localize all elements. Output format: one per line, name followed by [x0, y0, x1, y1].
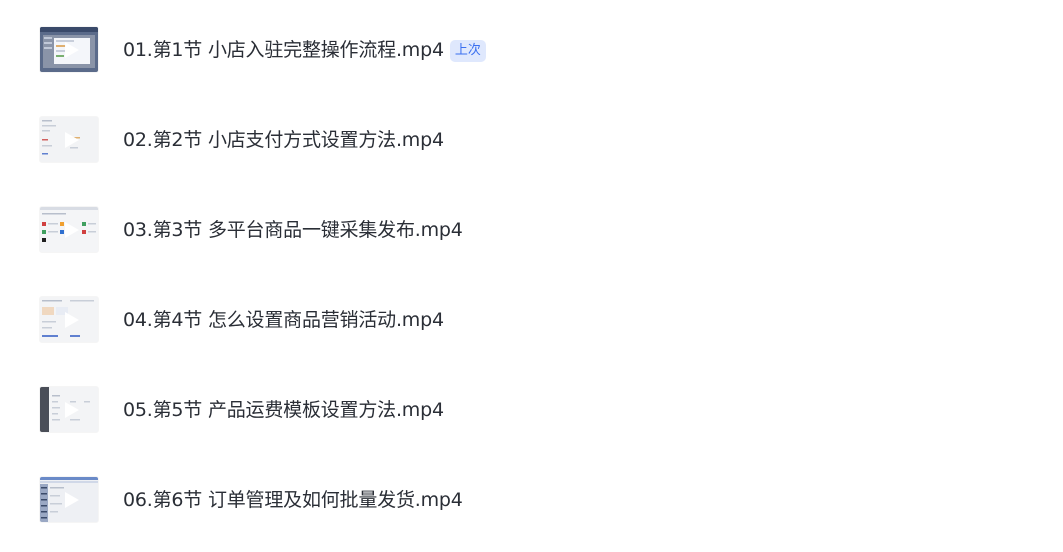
file-name-text: 03.第3节 多平台商品一键采集发布.mp4 [123, 219, 463, 241]
play-icon [65, 492, 79, 508]
video-file-list: 01.第1节 小店入驻完整操作流程.mp4 上次 02.第2节 小店支付方式设置方… [0, 0, 1063, 552]
file-name-text: 06.第6节 订单管理及如何批量发货.mp4 [123, 489, 463, 511]
file-name[interactable]: 06.第6节 订单管理及如何批量发货.mp4 [123, 489, 463, 511]
video-thumbnail[interactable] [40, 297, 98, 342]
video-thumbnail[interactable] [40, 207, 98, 252]
file-row[interactable]: 02.第2节 小店支付方式设置方法.mp4 [0, 110, 1063, 170]
file-row[interactable]: 03.第3节 多平台商品一键采集发布.mp4 [0, 200, 1063, 260]
video-thumbnail[interactable] [40, 477, 98, 522]
play-icon [65, 132, 79, 148]
play-icon [65, 312, 79, 328]
file-row[interactable]: 04.第4节 怎么设置商品营销活动.mp4 [0, 290, 1063, 350]
video-thumbnail[interactable] [40, 117, 98, 162]
file-name[interactable]: 05.第5节 产品运费模板设置方法.mp4 [123, 399, 444, 421]
file-row[interactable]: 06.第6节 订单管理及如何批量发货.mp4 [0, 470, 1063, 530]
file-row[interactable]: 01.第1节 小店入驻完整操作流程.mp4 上次 [0, 20, 1063, 80]
play-icon [65, 42, 79, 58]
video-thumbnail[interactable] [40, 387, 98, 432]
play-icon [65, 402, 79, 418]
file-name-text: 01.第1节 小店入驻完整操作流程.mp4 [123, 39, 444, 61]
last-viewed-badge: 上次 [449, 40, 486, 62]
file-name-text: 02.第2节 小店支付方式设置方法.mp4 [123, 129, 444, 151]
file-row[interactable]: 05.第5节 产品运费模板设置方法.mp4 [0, 380, 1063, 440]
file-name-text: 05.第5节 产品运费模板设置方法.mp4 [123, 399, 444, 421]
file-name-text: 04.第4节 怎么设置商品营销活动.mp4 [123, 309, 444, 331]
play-icon [65, 222, 79, 238]
file-name[interactable]: 04.第4节 怎么设置商品营销活动.mp4 [123, 309, 444, 331]
file-name[interactable]: 02.第2节 小店支付方式设置方法.mp4 [123, 129, 444, 151]
video-thumbnail[interactable] [40, 27, 98, 72]
file-name[interactable]: 03.第3节 多平台商品一键采集发布.mp4 [123, 219, 463, 241]
file-name[interactable]: 01.第1节 小店入驻完整操作流程.mp4 上次 [123, 39, 486, 62]
